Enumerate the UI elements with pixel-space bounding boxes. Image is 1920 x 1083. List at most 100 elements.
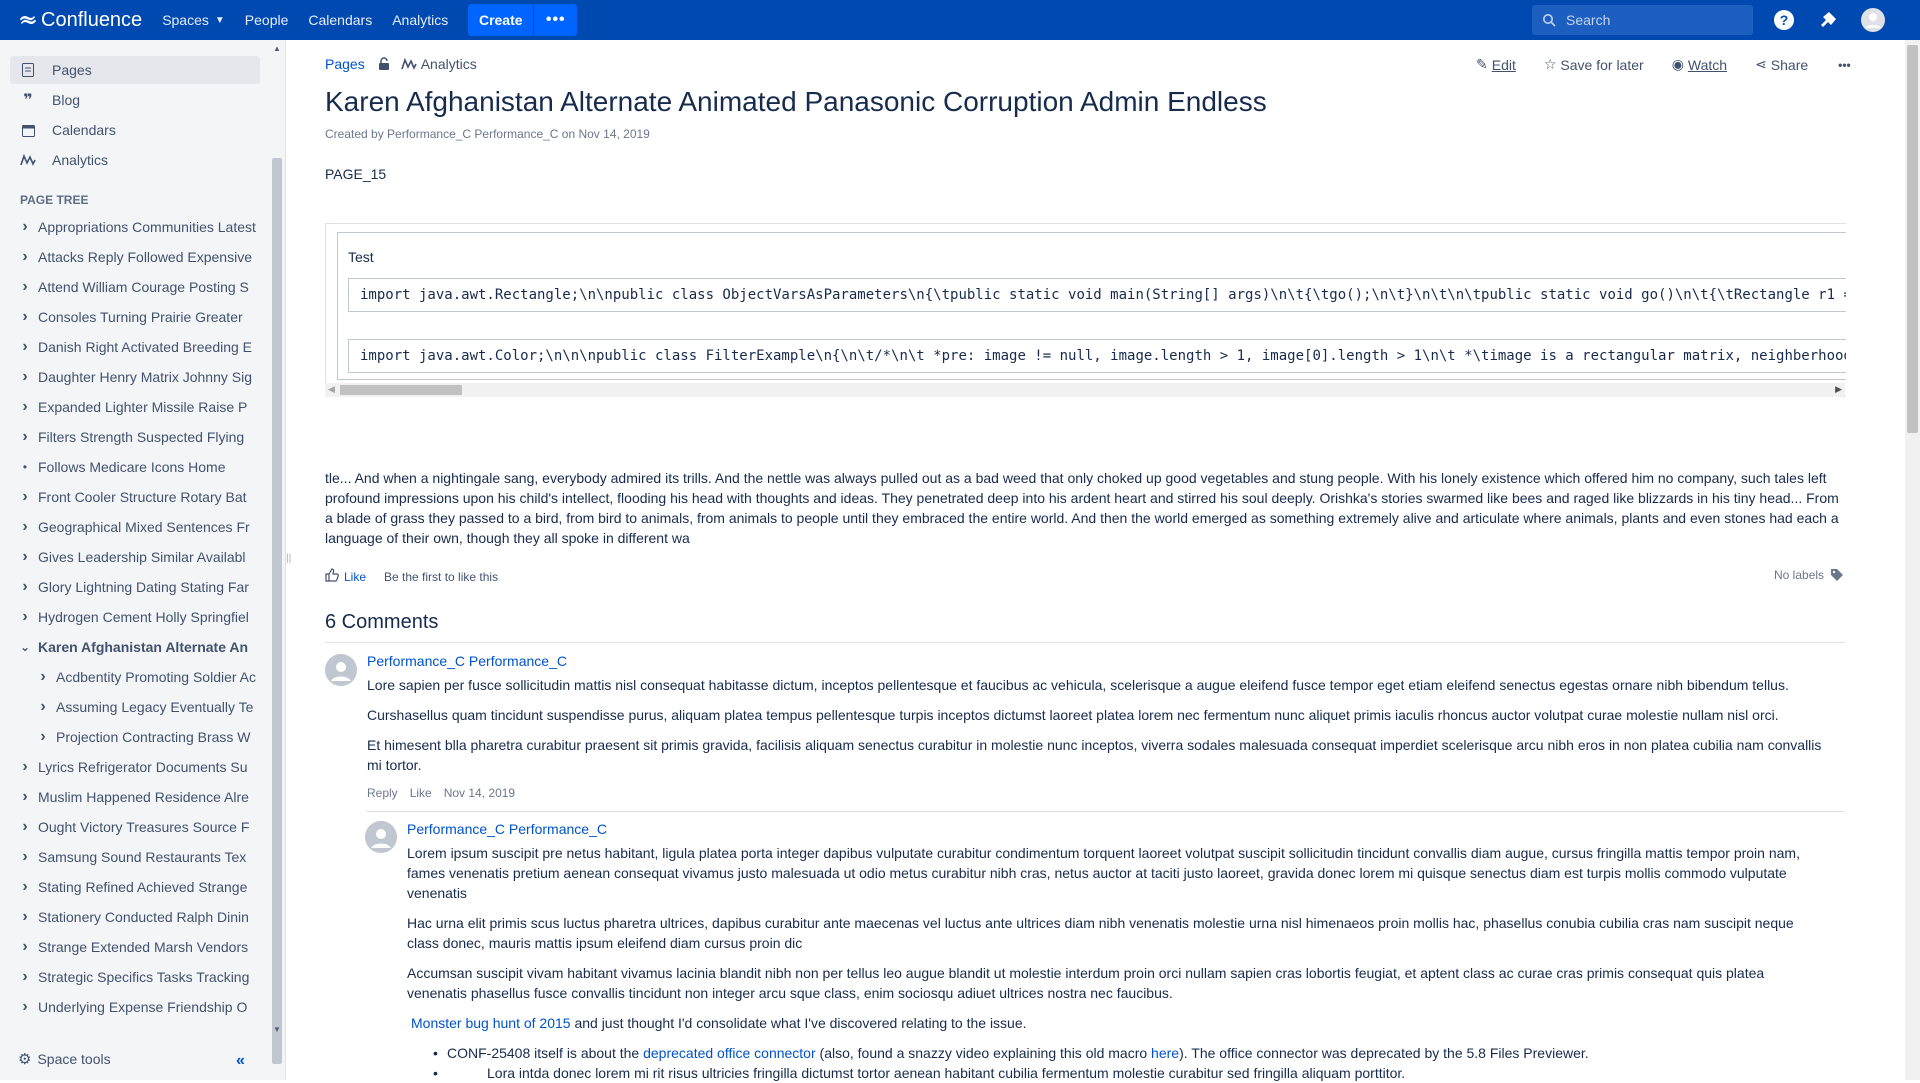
search-input[interactable]: Search: [1532, 5, 1753, 35]
chevron-right-icon[interactable]: ›: [18, 968, 32, 986]
chevron-right-icon[interactable]: ›: [36, 698, 50, 716]
help-icon[interactable]: ?: [1772, 8, 1796, 32]
chevron-right-icon[interactable]: ›: [36, 668, 50, 686]
horizontal-scroll-thumb[interactable]: [340, 385, 462, 395]
chevron-right-icon[interactable]: ›: [18, 878, 32, 896]
chevron-right-icon[interactable]: ›: [18, 218, 32, 236]
create-more-button[interactable]: •••: [534, 4, 578, 36]
breadcrumb-analytics[interactable]: Analytics: [421, 56, 477, 72]
page-tree-item[interactable]: › Strategic Specifics Tasks Tracking: [18, 965, 263, 989]
chevron-right-icon[interactable]: ›: [18, 578, 32, 596]
page-tree-item[interactable]: › Muslim Happened Residence Alre: [18, 785, 263, 809]
page-tree-item[interactable]: › Gives Leadership Similar Availabl: [18, 545, 263, 569]
like-button[interactable]: Like: [325, 568, 366, 585]
chevron-right-icon[interactable]: ›: [18, 998, 32, 1016]
chevron-right-icon[interactable]: ›: [18, 848, 32, 866]
here-link[interactable]: here: [1151, 1045, 1179, 1061]
page-tree-item[interactable]: › Samsung Sound Restaurants Tex: [18, 845, 263, 869]
chevron-right-icon[interactable]: ›: [18, 308, 32, 326]
page-tree-item[interactable]: › Strange Extended Marsh Vendors: [18, 935, 263, 959]
horizontal-scrollbar[interactable]: ◀ ▶: [325, 383, 1845, 397]
page-tree-item[interactable]: › Ought Victory Treasures Source F: [18, 815, 263, 839]
nav-analytics[interactable]: Analytics: [392, 12, 448, 28]
scroll-right-arrow-icon[interactable]: ▶: [1835, 384, 1842, 395]
byline-author-link[interactable]: Performance_C Performance_C: [387, 127, 558, 141]
watch-button[interactable]: ◉ Watch: [1672, 56, 1727, 73]
page-tree-item[interactable]: • Follows Medicare Icons Home: [18, 455, 263, 479]
chevron-right-icon[interactable]: ›: [18, 818, 32, 836]
comment-author-link[interactable]: Performance_C Performance_C: [367, 653, 567, 669]
page-tree-item[interactable]: › Filters Strength Suspected Flying: [18, 425, 263, 449]
edit-button[interactable]: ✎ Edit: [1476, 56, 1516, 73]
breadcrumb-pages[interactable]: Pages: [325, 56, 365, 72]
chevron-right-icon[interactable]: ›: [18, 548, 32, 566]
create-button[interactable]: Create: [468, 4, 534, 36]
sidebar-item-calendars[interactable]: Calendars: [10, 116, 260, 144]
chevron-down-icon[interactable]: ⌄: [18, 640, 32, 654]
page-tree-item[interactable]: › Projection Contracting Brass W: [36, 725, 281, 749]
page-tree-item[interactable]: › Appropriations Communities Latest: [18, 215, 263, 239]
sidebar-item-pages[interactable]: Pages: [10, 56, 260, 84]
page-tree-item[interactable]: › Danish Right Activated Breeding E: [18, 335, 263, 359]
chevron-right-icon[interactable]: ›: [18, 488, 32, 506]
collapse-sidebar-button[interactable]: «: [236, 1052, 245, 1070]
chevron-right-icon[interactable]: ›: [18, 278, 32, 296]
sidebar-item-analytics[interactable]: Analytics: [10, 146, 260, 174]
page-tree-item[interactable]: › Attend William Courage Posting S: [18, 275, 263, 299]
nav-calendars[interactable]: Calendars: [308, 12, 372, 28]
notifications-icon[interactable]: [1816, 8, 1840, 32]
page-tree-item[interactable]: › Geographical Mixed Sentences Fr: [18, 515, 263, 539]
sidebar-scrollbar[interactable]: [272, 158, 282, 1064]
chevron-right-icon[interactable]: ›: [18, 338, 32, 356]
restrictions-lock-icon[interactable]: [377, 57, 391, 71]
chevron-right-icon[interactable]: ›: [36, 728, 50, 746]
sidebar-item-blog[interactable]: ❞ Blog: [10, 86, 260, 114]
page-tree-item[interactable]: › Assuming Legacy Eventually Te: [36, 695, 281, 719]
page-tree-item[interactable]: › Attacks Reply Followed Expensive: [18, 245, 263, 269]
page-scroll-thumb[interactable]: [1907, 45, 1918, 433]
user-avatar-icon[interactable]: [1861, 8, 1885, 32]
drag-handle-icon[interactable]: ||: [286, 553, 291, 564]
tag-icon[interactable]: [1830, 568, 1844, 582]
deprecated-office-connector-link[interactable]: deprecated office connector: [643, 1045, 816, 1061]
scroll-up-arrow-icon[interactable]: ▲: [273, 44, 281, 53]
comment-author-link[interactable]: Performance_C Performance_C: [407, 821, 607, 837]
nav-people[interactable]: People: [245, 12, 289, 28]
chevron-right-icon[interactable]: ›: [18, 428, 32, 446]
nav-spaces[interactable]: Spaces ▼: [162, 12, 225, 28]
page-tree-item[interactable]: › Front Cooler Structure Rotary Bat: [18, 485, 263, 509]
chevron-right-icon[interactable]: ›: [18, 938, 32, 956]
page-tree-item[interactable]: › Daughter Henry Matrix Johnny Sig: [18, 365, 263, 389]
chevron-right-icon[interactable]: ›: [18, 518, 32, 536]
page-tree-item[interactable]: › Hydrogen Cement Holly Springfiel: [18, 605, 263, 629]
more-actions-button[interactable]: •••: [1838, 58, 1851, 72]
save-for-later-button[interactable]: ☆ Save for later: [1544, 56, 1644, 73]
avatar[interactable]: [365, 821, 397, 853]
chevron-right-icon[interactable]: ›: [18, 788, 32, 806]
chevron-right-icon[interactable]: ›: [18, 758, 32, 776]
chevron-right-icon[interactable]: ›: [18, 908, 32, 926]
share-button[interactable]: ⋖ Share: [1755, 56, 1808, 73]
chevron-right-icon[interactable]: ›: [18, 608, 32, 626]
page-tree-item[interactable]: › Stating Refined Achieved Strange: [18, 875, 263, 899]
page-tree-item[interactable]: ⌄ Karen Afghanistan Alternate An: [18, 635, 263, 659]
avatar[interactable]: [325, 654, 357, 686]
page-tree-item[interactable]: › Underlying Expense Friendship O: [18, 995, 263, 1019]
scroll-down-arrow-icon[interactable]: ▼: [273, 1025, 281, 1034]
confluence-logo[interactable]: Confluence: [20, 9, 142, 32]
reply-link[interactable]: Reply: [367, 786, 398, 800]
space-tools-button[interactable]: ⚙ Space tools: [18, 1050, 111, 1068]
comment-date[interactable]: Nov 14, 2019: [444, 786, 515, 800]
page-tree-item[interactable]: › Acdbentity Promoting Soldier Ac: [36, 665, 281, 689]
chevron-right-icon[interactable]: ›: [18, 398, 32, 416]
page-tree-item[interactable]: › Stationery Conducted Ralph Dinin: [18, 905, 263, 929]
page-tree-item[interactable]: › Consoles Turning Prairie Greater: [18, 305, 263, 329]
chevron-right-icon[interactable]: ›: [18, 368, 32, 386]
monster-bug-hunt-link[interactable]: Monster bug hunt of 2015: [411, 1015, 571, 1031]
scroll-left-arrow-icon[interactable]: ◀: [328, 384, 335, 395]
chevron-right-icon[interactable]: ›: [18, 248, 32, 266]
like-link[interactable]: Like: [410, 786, 432, 800]
page-tree-item[interactable]: › Expanded Lighter Missile Raise P: [18, 395, 263, 419]
page-tree-item[interactable]: › Glory Lightning Dating Stating Far: [18, 575, 263, 599]
page-tree-item[interactable]: › Lyrics Refrigerator Documents Su: [18, 755, 263, 779]
